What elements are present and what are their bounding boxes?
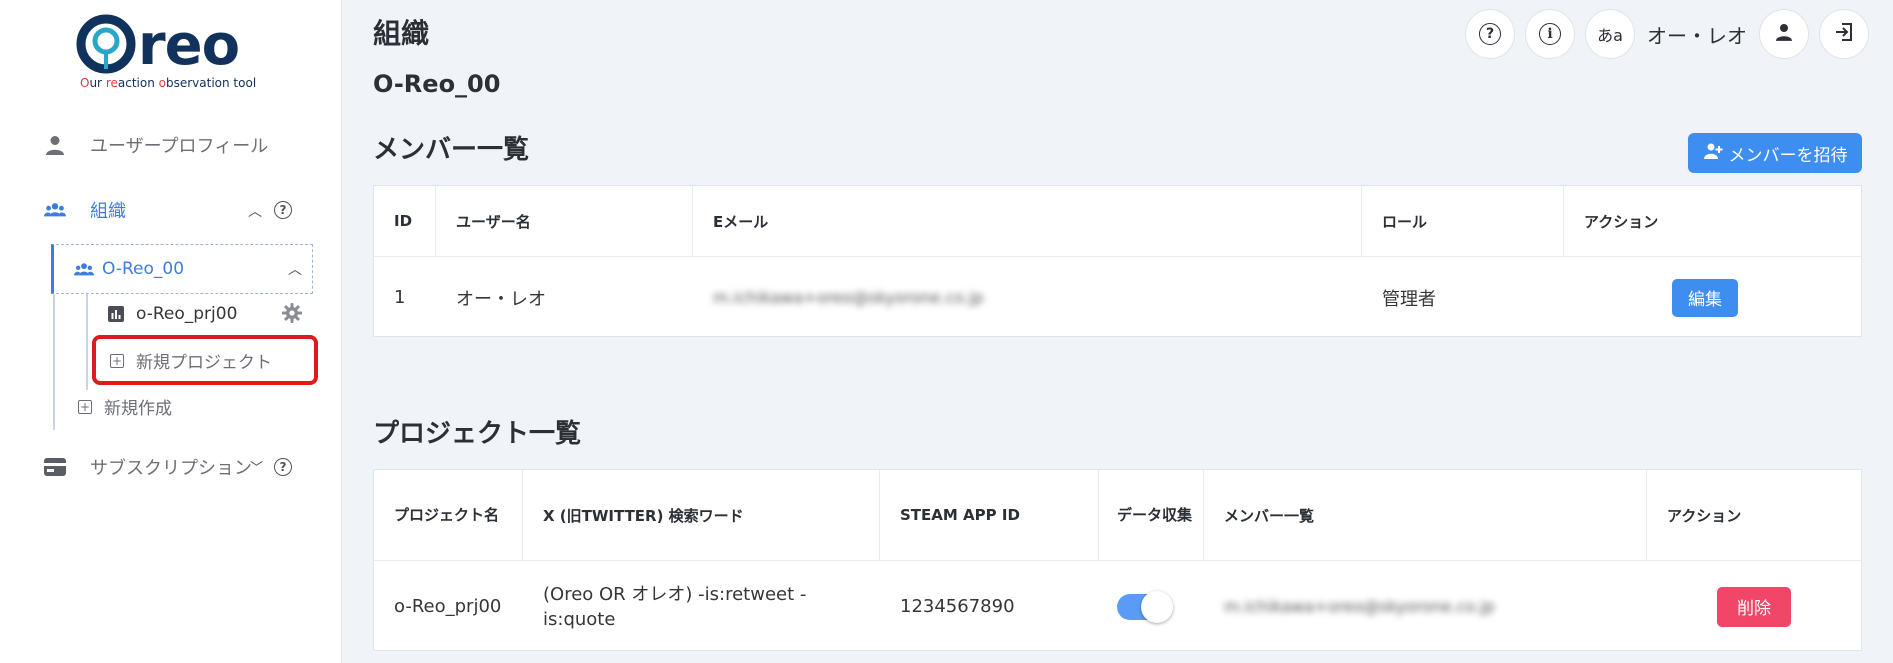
tree-connector [86,294,88,390]
users-group-icon [44,199,66,221]
help-button[interactable]: ? [1465,9,1515,59]
language-icon: あa [1597,26,1623,45]
new-create-label: 新規作成 [104,399,172,419]
column-header: データ収集 [1099,470,1204,560]
project-steam-app-id: 1234567890 [900,596,1015,617]
member-id: 1 [394,287,406,308]
page-title: 組織 [373,17,430,50]
sidebar-item-project-o-reo-prj00[interactable]: o-Reo_prj00 [108,303,237,325]
column-header: ユーザー名 [436,186,693,256]
plus-square-icon: + [78,399,92,414]
column-header: メンバー一覧 [1204,470,1647,560]
invite-member-label: メンバーを招待 [1728,145,1848,166]
members-section-title: メンバー一覧 [373,135,530,165]
edit-button[interactable]: 編集 [1672,278,1738,317]
project-members: m.ichikawa+oreo@skyorone.co.jp [1224,597,1495,616]
chevron-up-icon[interactable]: ︿ [248,201,262,221]
table-header-row: プロジェクト名 X (旧TWITTER) 検索ワード STEAM APP ID … [374,470,1861,561]
sidebar-item-subscription[interactable]: サブスクリプション [44,454,252,480]
user-icon [1776,23,1792,45]
header-actions: ? i あa オー・レオ [1465,9,1869,59]
logo-wordmark: reo [138,13,240,78]
chevron-down-icon[interactable]: ﹀ [250,457,263,476]
data-collection-toggle[interactable] [1117,590,1173,623]
user-name: オー・レオ [1647,23,1747,48]
language-button[interactable]: あa [1585,9,1635,59]
sidebar-item-label: ユーザープロフィール [90,136,269,157]
toggle-knob [1141,590,1173,623]
users-group-icon [74,258,94,280]
column-header: Eメール [693,186,1362,256]
column-header: アクション [1667,506,1742,525]
member-action-cell: 編集 [1564,257,1863,338]
logout-icon [1834,22,1854,46]
help-icon: ? [1479,23,1501,45]
logo-magnifier-mark [76,14,136,74]
sidebar-item-new-create[interactable]: + 新規作成 [78,394,172,419]
project-name: o-Reo_prj00 [394,596,502,617]
sidebar-item-user-profile[interactable]: ユーザープロフィール [44,132,268,158]
projects-table: プロジェクト名 X (旧TWITTER) 検索ワード STEAM APP ID … [373,469,1862,651]
oreo-logo[interactable]: reo Our reaction observation tool [74,12,264,92]
project-item-label: o-Reo_prj00 [136,304,238,324]
members-table: ID ユーザー名 Eメール ロール アクション 1 オー・レオ m.ichika… [373,185,1862,337]
sidebar-item-label: 組織 [90,201,126,222]
invite-member-button[interactable]: メンバーを招待 [1688,133,1862,173]
column-header: ID [374,186,436,256]
info-icon: i [1539,23,1561,45]
user-icon [44,134,66,156]
column-header: X (旧TWITTER) 検索ワード [523,470,880,560]
sidebar-item-org-o-reo-00[interactable]: O-Reo_00 ︿ [51,244,313,294]
account-button[interactable] [1759,9,1809,59]
sidebar-item-organization[interactable]: 組織 [44,197,126,223]
info-button[interactable]: i [1525,9,1575,59]
column-header: アクション [1584,212,1659,231]
credit-card-icon [44,456,66,478]
chart-icon [108,303,124,325]
user-plus-icon [1703,143,1723,164]
delete-button[interactable]: 削除 [1717,586,1791,627]
column-header: プロジェクト名 [374,470,523,560]
member-username: オー・レオ [456,288,546,310]
table-header-row: ID ユーザー名 Eメール ロール アクション [374,186,1861,257]
projects-section-title: プロジェクト一覧 [373,419,582,449]
highlight-annotation [92,335,318,385]
project-search-words: (Oreo OR オレオ) -is:retweet -is:quote [543,583,807,630]
organization-name: O-Reo_00 [373,70,501,98]
table-row: o-Reo_prj00 (Oreo OR オレオ) -is:retweet -i… [374,561,1861,652]
sidebar-item-label: サブスクリプション [90,458,252,479]
logo-tagline: Our reaction observation tool [80,76,257,90]
sidebar: reo Our reaction observation tool ユーザープロ… [0,0,342,663]
logout-button[interactable] [1819,9,1869,59]
member-role: 管理者 [1382,288,1436,310]
data-collection-cell [1099,561,1204,652]
chevron-up-icon[interactable]: ︿ [288,259,302,279]
help-icon[interactable]: ? [274,458,292,476]
column-header: ロール [1362,186,1564,256]
column-header: STEAM APP ID [880,470,1099,560]
member-email: m.ichikawa+oreo@skyorone.co.jp [713,288,984,307]
project-action-cell: 削除 [1647,561,1863,652]
org-item-label: O-Reo_00 [102,259,185,279]
table-row: 1 オー・レオ m.ichikawa+oreo@skyorone.co.jp 管… [374,257,1861,338]
help-icon[interactable]: ? [274,201,292,219]
gear-icon[interactable] [282,303,302,327]
